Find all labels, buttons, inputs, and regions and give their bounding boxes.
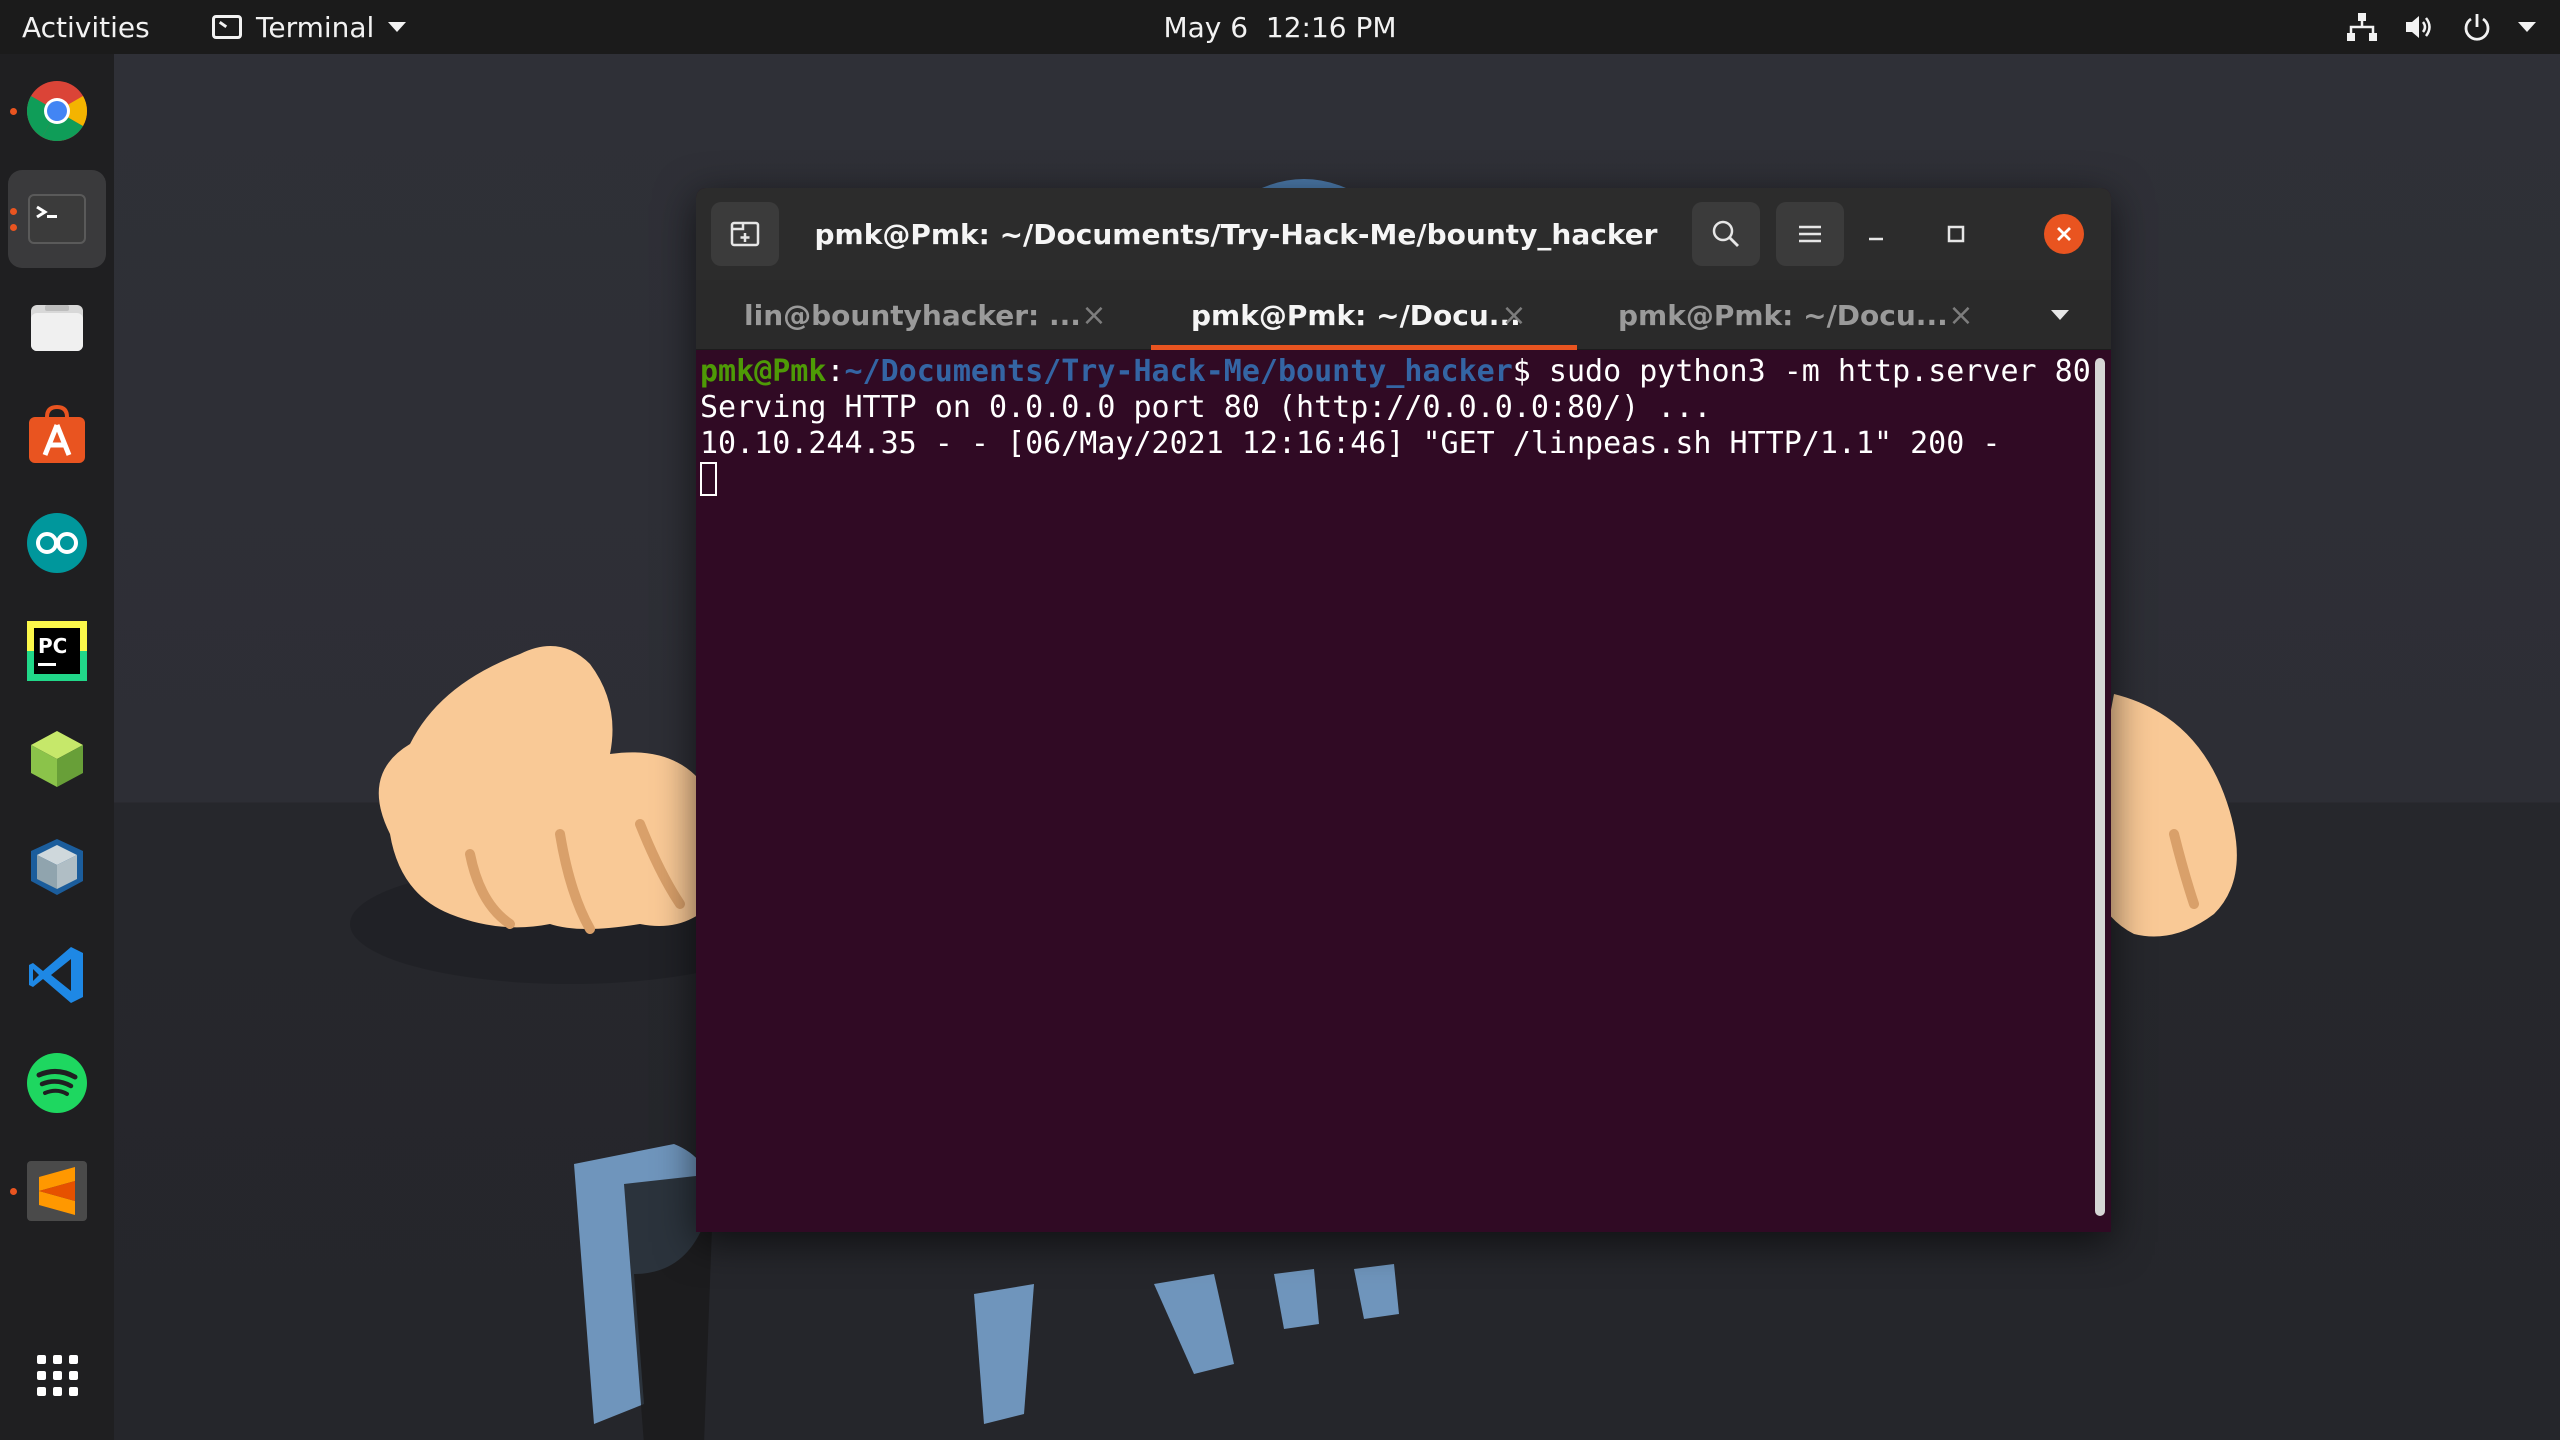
- tab-lin-bountyhacker[interactable]: lin@bountyhacker: ... ×: [696, 280, 1140, 350]
- terminal-icon: [212, 15, 242, 39]
- dock-item-arduino[interactable]: [8, 494, 106, 592]
- menu-button[interactable]: [1776, 202, 1844, 266]
- software-icon: [29, 404, 85, 463]
- tab-label: pmk@Pmk: ~/Docu...: [1191, 298, 1521, 332]
- tab-bar: lin@bountyhacker: ... × pmk@Pmk: ~/Docu.…: [696, 280, 2111, 350]
- tab-close-button[interactable]: ×: [1944, 298, 1978, 333]
- terminal-output[interactable]: pmk@Pmk:~/Documents/Try-Hack-Me/bounty_h…: [696, 350, 2111, 1232]
- pycharm-icon: PC: [27, 621, 87, 681]
- terminal-window[interactable]: pmk@Pmk: ~/Documents/Try-Hack-Me/bounty_…: [696, 188, 2111, 1232]
- spotify-icon: [27, 1053, 87, 1113]
- prompt-user: pmk@Pmk: [700, 354, 827, 389]
- app-menu-button[interactable]: Terminal: [212, 0, 407, 54]
- new-tab-button[interactable]: [711, 202, 779, 266]
- hamburger-icon: [1799, 225, 1821, 243]
- minimize-button[interactable]: [1858, 216, 1894, 252]
- command-text: sudo python3 -m http.server 80: [1530, 354, 2091, 389]
- dock-item-chrome[interactable]: [8, 62, 106, 160]
- running-indicator: [10, 224, 17, 231]
- tab-close-button[interactable]: ×: [1077, 298, 1111, 333]
- dock-item-cube[interactable]: [8, 710, 106, 808]
- close-button[interactable]: [2044, 214, 2084, 254]
- text-cursor: [700, 462, 717, 496]
- prompt-symbol: $: [1512, 354, 1531, 389]
- top-bar: Activities Terminal May 6 12:16 PM: [0, 0, 2560, 54]
- dock-item-virtualbox[interactable]: [8, 818, 106, 916]
- tab-close-button[interactable]: ×: [1497, 298, 1531, 333]
- power-icon: [2464, 14, 2490, 41]
- dock-item-spotify[interactable]: [8, 1034, 106, 1132]
- maximize-button[interactable]: [1938, 216, 1974, 252]
- minimize-icon: [1869, 237, 1883, 241]
- close-icon: [2057, 227, 2071, 241]
- tabs-dropdown-button[interactable]: [2040, 298, 2080, 332]
- prompt-separator: :: [826, 354, 845, 389]
- search-button[interactable]: [1692, 202, 1760, 266]
- prompt-line: pmk@Pmk:~/Documents/Try-Hack-Me/bounty_h…: [700, 354, 2091, 390]
- cursor-line: [700, 462, 2091, 499]
- output-line: Serving HTTP on 0.0.0.0 port 80 (http://…: [700, 390, 1712, 425]
- scrollbar[interactable]: [2095, 358, 2105, 1216]
- arduino-icon: [27, 513, 87, 573]
- window-title: pmk@Pmk: ~/Documents/Try-Hack-Me/bounty_…: [814, 217, 1658, 251]
- grid-icon: [37, 1355, 78, 1396]
- output-line: 10.10.244.35 - - [06/May/2021 12:16:46] …: [700, 426, 2001, 461]
- running-indicator: [10, 208, 17, 215]
- dock-item-terminal[interactable]: [8, 170, 106, 268]
- dock-item-software[interactable]: [8, 386, 106, 484]
- dock-item-pycharm[interactable]: PC: [8, 602, 106, 700]
- tab-label: lin@bountyhacker: ...: [744, 298, 1081, 332]
- clock-date: May 6: [1163, 10, 1249, 44]
- virtualbox-icon: [31, 839, 83, 895]
- maximize-icon: [1947, 225, 1965, 243]
- show-applications-button[interactable]: [8, 1326, 106, 1424]
- activities-label: Activities: [22, 10, 150, 44]
- new-tab-icon: [730, 221, 760, 247]
- files-icon: [31, 305, 83, 351]
- clock-button[interactable]: May 6 12:16 PM: [1163, 11, 1396, 44]
- terminal-text: pmk@Pmk:~/Documents/Try-Hack-Me/bounty_h…: [700, 354, 2091, 499]
- window-headerbar[interactable]: pmk@Pmk: ~/Documents/Try-Hack-Me/bounty_…: [696, 188, 2111, 280]
- tab-pmk-documents[interactable]: pmk@Pmk: ~/Docu... ×: [1588, 280, 2028, 350]
- tab-label: pmk@Pmk: ~/Docu...: [1618, 298, 1948, 332]
- chrome-icon: [26, 81, 88, 142]
- terminal-icon: [28, 194, 86, 244]
- dock-item-files[interactable]: [8, 278, 106, 376]
- volume-icon: [2406, 16, 2431, 38]
- dock-item-sublime[interactable]: [8, 1142, 106, 1240]
- activities-button[interactable]: Activities: [22, 0, 150, 54]
- svg-text:PC: PC: [38, 634, 67, 658]
- chevron-down-icon: [2051, 310, 2069, 320]
- prompt-path: ~/Documents/Try-Hack-Me/bounty_hacker: [844, 354, 1513, 389]
- chevron-down-icon: [388, 22, 407, 32]
- vscode-icon: [29, 947, 83, 1003]
- search-icon: [1712, 220, 1739, 247]
- app-menu-label: Terminal: [256, 10, 375, 44]
- dock-item-vscode[interactable]: [8, 926, 106, 1024]
- chevron-down-icon: [2518, 22, 2536, 32]
- cube-icon: [31, 731, 83, 787]
- system-status-menu[interactable]: [2346, 0, 2536, 54]
- clock-time: 12:16 PM: [1265, 10, 1397, 44]
- network-icon: [2347, 13, 2377, 41]
- running-indicator: [10, 108, 17, 115]
- tab-pmk-documents-active[interactable]: pmk@Pmk: ~/Docu... ×: [1151, 280, 1577, 350]
- dock: PC: [0, 54, 114, 1440]
- sublime-icon: [27, 1161, 87, 1221]
- running-indicator: [10, 1188, 17, 1195]
